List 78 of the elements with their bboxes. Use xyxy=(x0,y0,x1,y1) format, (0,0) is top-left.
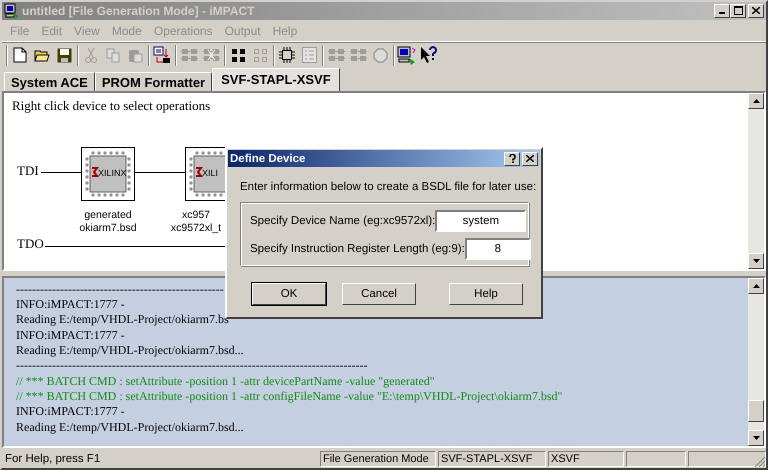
tab[interactable]: SVF-STAPL-XSVF xyxy=(212,68,340,91)
scroll-down-button[interactable] xyxy=(748,430,764,446)
scroll-up-button[interactable] xyxy=(748,92,764,109)
chip-drawing[interactable]: XILINX xyxy=(81,146,135,201)
chain-cross-icon xyxy=(202,48,220,62)
copy-icon xyxy=(106,48,120,63)
toolbar-button[interactable] xyxy=(152,44,172,66)
device-name: xc957 xyxy=(180,208,212,222)
close-button[interactable] xyxy=(522,152,538,166)
toolbar-button[interactable] xyxy=(397,44,417,66)
help-icon xyxy=(508,154,516,163)
status-panel: SVF-STAPL-XSVF xyxy=(438,451,546,468)
minimize-icon xyxy=(719,12,725,14)
device-file: okiarm7.bsd xyxy=(78,222,138,235)
instruction-text: Enter information below to create a BSDL file for later use: xyxy=(240,181,538,193)
chip-icon xyxy=(279,47,295,64)
chain-icon xyxy=(328,48,344,62)
log-line: // *** BATCH CMD : setAttribute -position 1 -attr devicePartName -value "generated" xyxy=(16,374,435,389)
scroll-thumb[interactable] xyxy=(748,400,764,422)
computer-icon xyxy=(397,46,417,65)
octagon-icon xyxy=(372,48,388,63)
clipboard-icon xyxy=(128,48,142,63)
port-label: TDO xyxy=(17,236,44,252)
device-file: xc9572xl_t xyxy=(170,222,222,235)
device-name: generated xyxy=(83,208,133,222)
tab[interactable]: System ACE xyxy=(4,72,95,91)
down-arrow-icon xyxy=(752,258,760,263)
dialog-button[interactable]: Cancel xyxy=(342,283,416,305)
list-icon xyxy=(302,47,316,64)
scrollbar[interactable] xyxy=(748,92,764,269)
close-icon xyxy=(752,7,760,14)
scroll-up-button[interactable] xyxy=(748,278,764,294)
chain-icon xyxy=(180,48,198,62)
port-label: TDI xyxy=(17,162,39,179)
up-arrow-icon xyxy=(752,98,760,103)
up-arrow-icon xyxy=(752,284,760,288)
scroll-down-button[interactable] xyxy=(748,252,764,269)
maximize-icon xyxy=(734,6,742,16)
log-line: ---------------------------------------------------------------------------------------- xyxy=(16,358,368,374)
document-arrow-icon xyxy=(153,46,171,64)
tab[interactable]: PROM Formatter xyxy=(94,72,212,91)
grid-icon xyxy=(230,48,246,63)
log-line: Reading E:/temp/VHDL-Project/okiarm7.bs xyxy=(16,312,229,328)
down-arrow-icon xyxy=(752,436,760,440)
folder-icon xyxy=(34,48,50,62)
log-line: INFO:iMPACT:1777 - xyxy=(16,404,125,420)
log-line: INFO:iMPACT:1777 - xyxy=(16,297,125,312)
log-line: Reading E:/temp/VHDL-Project/okiarm7.bsd... xyxy=(16,420,244,435)
hint-text: Right click device to select operations xyxy=(12,98,210,114)
dialog-button[interactable]: Help xyxy=(449,283,523,305)
toolbar-button[interactable] xyxy=(419,44,439,66)
input-field[interactable]: system xyxy=(435,210,526,232)
grid-outline-icon xyxy=(252,48,268,63)
help-pointer-icon xyxy=(420,46,438,64)
chain-icon xyxy=(350,48,366,62)
field-label: Specify Instruction Register Length (eg:9): xyxy=(250,242,465,254)
app-icon xyxy=(4,2,20,19)
log-line: // *** BATCH CMD : setAttribute -position 1 -attr configFileName -value "E:\temp\VHDL-Project\okiarm7.bsd" xyxy=(16,388,562,404)
new-file-icon xyxy=(13,47,27,64)
toolbar-button[interactable] xyxy=(277,44,297,66)
log-line: INFO:iMPACT:1777 - xyxy=(16,328,125,344)
dialog-button[interactable]: OK xyxy=(252,283,326,305)
close-icon xyxy=(526,155,534,162)
input-field[interactable]: 8 xyxy=(464,238,531,260)
window-title: untitled [File Generation Mode] - iMPACT xyxy=(22,4,256,18)
wire-line xyxy=(135,172,185,173)
status-panel: XSVF xyxy=(548,451,624,468)
log-line: ---------------------------------------------------- xyxy=(16,282,224,298)
log-line: Reading E:/temp/VHDL-Project/okiarm7.bsd... xyxy=(16,343,244,358)
scrollbar[interactable] xyxy=(748,278,764,446)
help-button[interactable] xyxy=(504,152,520,166)
field-label: Specify Device Name (eg:xc9572xl): xyxy=(250,214,436,226)
status-panel xyxy=(626,451,686,468)
scissors-icon xyxy=(85,47,97,64)
status-panel: File Generation Mode xyxy=(320,451,436,468)
size-grip-icon[interactable] xyxy=(754,456,766,468)
wire-line xyxy=(41,172,81,173)
status-text: For Help, press F1 xyxy=(4,453,102,466)
